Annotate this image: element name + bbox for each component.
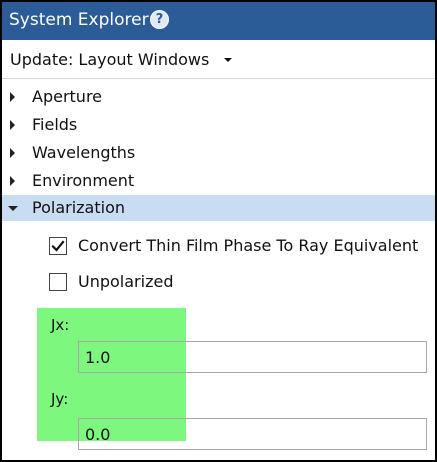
tree-item-environment[interactable]: Environment: [2, 168, 435, 194]
collapse-arrow-icon[interactable]: [8, 206, 18, 211]
titlebar: System Explorer ?: [2, 2, 435, 40]
tree-item-label: Aperture: [32, 87, 103, 106]
tree-item-aperture[interactable]: Aperture: [2, 84, 435, 110]
checkmark-icon: [51, 240, 65, 252]
jx-label: Jx:: [51, 316, 70, 334]
tree-item-wavelengths[interactable]: Wavelengths: [2, 140, 435, 166]
unpolarized-checkbox[interactable]: [49, 273, 67, 291]
update-dropdown-label: Update: Layout Windows: [10, 50, 210, 69]
update-dropdown[interactable]: Update: Layout Windows: [2, 40, 435, 79]
panel-title: System Explorer: [9, 10, 149, 30]
jy-label: Jy:: [51, 390, 69, 408]
convert-thin-film-label[interactable]: Convert Thin Film Phase To Ray Equivalen…: [78, 236, 418, 256]
tree-item-label: Wavelengths: [32, 143, 136, 162]
tree-item-label: Fields: [32, 115, 78, 134]
expand-arrow-icon[interactable]: [10, 176, 15, 186]
help-icon[interactable]: ?: [150, 10, 169, 29]
tree-item-fields[interactable]: Fields: [2, 112, 435, 138]
system-explorer-panel: System Explorer ? Update: Layout Windows…: [0, 0, 437, 462]
expand-arrow-icon[interactable]: [10, 92, 15, 102]
expand-arrow-icon[interactable]: [10, 148, 15, 158]
tree-item-polarization[interactable]: Polarization: [2, 195, 435, 221]
caret-down-icon: [224, 58, 232, 62]
expand-arrow-icon[interactable]: [10, 120, 15, 130]
convert-thin-film-checkbox[interactable]: [49, 237, 67, 255]
tree-item-label: Polarization: [32, 198, 125, 217]
tree-item-label: Environment: [32, 171, 135, 190]
jx-input[interactable]: [78, 341, 427, 373]
unpolarized-label[interactable]: Unpolarized: [78, 272, 173, 292]
jy-input[interactable]: [78, 418, 427, 450]
